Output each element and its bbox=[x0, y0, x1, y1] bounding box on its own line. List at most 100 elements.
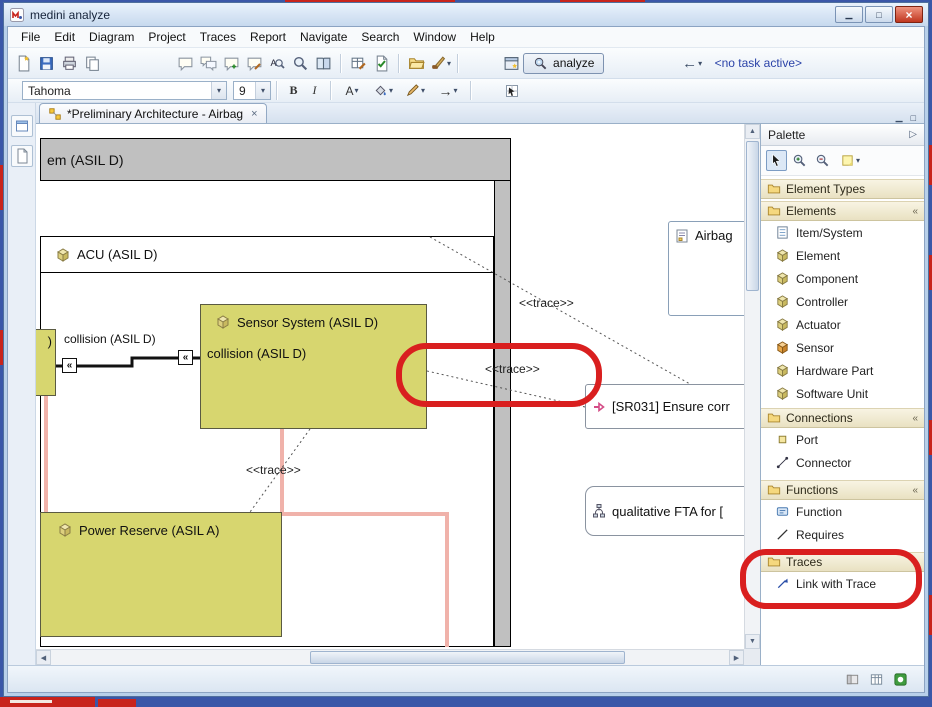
minimize-button[interactable]: ▁ bbox=[835, 6, 863, 23]
duplicate-button[interactable] bbox=[81, 52, 104, 75]
close-tab-icon[interactable]: × bbox=[251, 108, 257, 120]
back-button[interactable]: ←▾ bbox=[681, 52, 704, 75]
palette-item-controller[interactable]: Controller bbox=[761, 290, 924, 313]
collapse-icon[interactable]: « bbox=[912, 557, 918, 568]
menu-help[interactable]: Help bbox=[463, 28, 502, 46]
restore-view-button[interactable] bbox=[11, 115, 33, 137]
item-element-right-edge[interactable] bbox=[494, 180, 511, 647]
minimize-view-icon[interactable]: ▁ bbox=[896, 112, 903, 123]
font-family-select[interactable]: Tahoma ▾ bbox=[22, 81, 227, 100]
collapse-icon[interactable]: « bbox=[912, 485, 918, 496]
print-button[interactable] bbox=[58, 52, 81, 75]
palette-section-connections[interactable]: Connections « bbox=[761, 408, 924, 428]
collapse-icon[interactable]: « bbox=[912, 206, 918, 217]
collision-connection-label[interactable]: collision (ASIL D) bbox=[64, 332, 156, 346]
sensor-collision-label[interactable]: collision (ASIL D) bbox=[201, 330, 426, 361]
menu-search[interactable]: Search bbox=[354, 28, 406, 46]
palette-header[interactable]: Palette ▷ bbox=[761, 124, 924, 146]
restore-outline-button[interactable] bbox=[11, 145, 33, 167]
chevron-down-icon[interactable]: ▾ bbox=[211, 82, 226, 99]
sensor-system-element[interactable]: Sensor System (ASIL D) collision (ASIL D… bbox=[200, 304, 427, 429]
palette-item-function[interactable]: Function bbox=[761, 500, 924, 523]
palette-item-element[interactable]: Element bbox=[761, 244, 924, 267]
tab-preliminary-architecture[interactable]: *Preliminary Architecture - Airbag × bbox=[39, 103, 267, 123]
panel-status-button[interactable] bbox=[845, 672, 860, 687]
menu-diagram[interactable]: Diagram bbox=[82, 28, 141, 46]
menu-file[interactable]: File bbox=[14, 28, 47, 46]
trace-label[interactable]: <<trace>> bbox=[519, 296, 574, 310]
airbag-element[interactable]: Airbag bbox=[668, 221, 744, 316]
font-color-button[interactable]: A▾ bbox=[337, 81, 367, 101]
menu-report[interactable]: Report bbox=[243, 28, 293, 46]
model-table-button[interactable] bbox=[347, 52, 370, 75]
palette-item-requires[interactable]: Requires bbox=[761, 523, 924, 546]
paint-button[interactable]: ▾ bbox=[428, 52, 452, 75]
logo-status-button[interactable] bbox=[893, 672, 908, 687]
palette-item-hardware-part[interactable]: Hardware Part bbox=[761, 359, 924, 382]
palette-section-element-types[interactable]: Element Types bbox=[761, 179, 924, 199]
fill-color-button[interactable]: ▾ bbox=[367, 81, 399, 101]
font-size-select[interactable]: 9 ▾ bbox=[233, 81, 271, 100]
close-button[interactable]: × bbox=[895, 6, 923, 23]
maximize-button[interactable]: □ bbox=[865, 6, 893, 23]
menu-traces[interactable]: Traces bbox=[193, 28, 243, 46]
add-comment-button[interactable] bbox=[220, 52, 243, 75]
comment-button[interactable] bbox=[174, 52, 197, 75]
trace-label[interactable]: <<trace>> bbox=[246, 463, 301, 477]
palette-section-elements[interactable]: Elements « bbox=[761, 201, 924, 221]
menu-window[interactable]: Window bbox=[406, 28, 463, 46]
zoom-in-tool[interactable] bbox=[789, 150, 810, 171]
menu-edit[interactable]: Edit bbox=[47, 28, 82, 46]
palette-item-actuator[interactable]: Actuator bbox=[761, 313, 924, 336]
fta-element[interactable]: qualitative FTA for [ bbox=[585, 486, 744, 536]
palette-item-link-with-trace[interactable]: Link with Trace bbox=[761, 572, 924, 595]
italic-button[interactable]: I bbox=[304, 81, 325, 101]
scroll-left-button[interactable]: ◀ bbox=[36, 650, 51, 665]
horizontal-scroll-thumb[interactable] bbox=[310, 651, 625, 664]
palette-section-traces[interactable]: Traces « bbox=[761, 552, 924, 572]
menu-navigate[interactable]: Navigate bbox=[293, 28, 354, 46]
zoom-out-tool[interactable] bbox=[812, 150, 833, 171]
snap-grid-button[interactable] bbox=[501, 81, 522, 101]
palette-item-sensor[interactable]: Sensor bbox=[761, 336, 924, 359]
diagram-canvas[interactable]: em (ASIL D) ACU (ASIL D) bbox=[36, 124, 744, 649]
vertical-scroll-thumb[interactable] bbox=[746, 141, 759, 291]
scroll-down-button[interactable]: ▼ bbox=[745, 634, 760, 649]
scroll-up-button[interactable]: ▲ bbox=[745, 124, 760, 139]
title-bar[interactable]: medini analyze ▁ □ × bbox=[4, 3, 928, 26]
new-wizard-button[interactable] bbox=[12, 52, 35, 75]
edit-comment-button[interactable] bbox=[243, 52, 266, 75]
collapse-icon[interactable]: « bbox=[912, 413, 918, 424]
select-tool[interactable] bbox=[766, 150, 787, 171]
port-marker[interactable]: « bbox=[62, 358, 77, 373]
power-reserve-element[interactable]: Power Reserve (ASIL A) bbox=[40, 512, 282, 637]
analyze-perspective-button[interactable]: analyze bbox=[523, 53, 604, 74]
maximize-view-icon[interactable]: □ bbox=[911, 113, 916, 123]
bold-button[interactable]: B bbox=[283, 81, 304, 101]
sr031-requirement[interactable]: [SR031] Ensure corr bbox=[585, 384, 744, 429]
save-button[interactable] bbox=[35, 52, 58, 75]
scroll-right-button[interactable]: ▶ bbox=[729, 650, 744, 665]
palette-item-component[interactable]: Component bbox=[761, 267, 924, 290]
palette-section-functions[interactable]: Functions « bbox=[761, 480, 924, 500]
palette-item-software-unit[interactable]: Software Unit bbox=[761, 382, 924, 405]
arrow-style-button[interactable]: →▾ bbox=[431, 81, 465, 101]
port-marker[interactable]: « bbox=[178, 350, 193, 365]
validate-button[interactable] bbox=[370, 52, 393, 75]
palette-item-item-system[interactable]: Item/System bbox=[761, 221, 924, 244]
notebook-button[interactable] bbox=[312, 52, 335, 75]
note-tool[interactable]: ▾ bbox=[835, 150, 865, 171]
comments-button[interactable] bbox=[197, 52, 220, 75]
chevron-down-icon[interactable]: ▾ bbox=[255, 82, 270, 99]
menu-project[interactable]: Project bbox=[141, 28, 192, 46]
palette-collapse-icon[interactable]: ▷ bbox=[909, 129, 917, 140]
zoom-button[interactable] bbox=[289, 52, 312, 75]
item-element-header[interactable]: em (ASIL D) bbox=[40, 138, 511, 181]
open-button[interactable] bbox=[405, 52, 428, 75]
palette-item-port[interactable]: Port bbox=[761, 428, 924, 451]
line-color-button[interactable]: ▾ bbox=[399, 81, 431, 101]
grid-status-button[interactable] bbox=[869, 672, 884, 687]
clipped-element[interactable]: ) bbox=[36, 329, 56, 396]
trace-label[interactable]: <<trace>> bbox=[485, 362, 540, 376]
find-text-button[interactable]: A bbox=[266, 52, 289, 75]
